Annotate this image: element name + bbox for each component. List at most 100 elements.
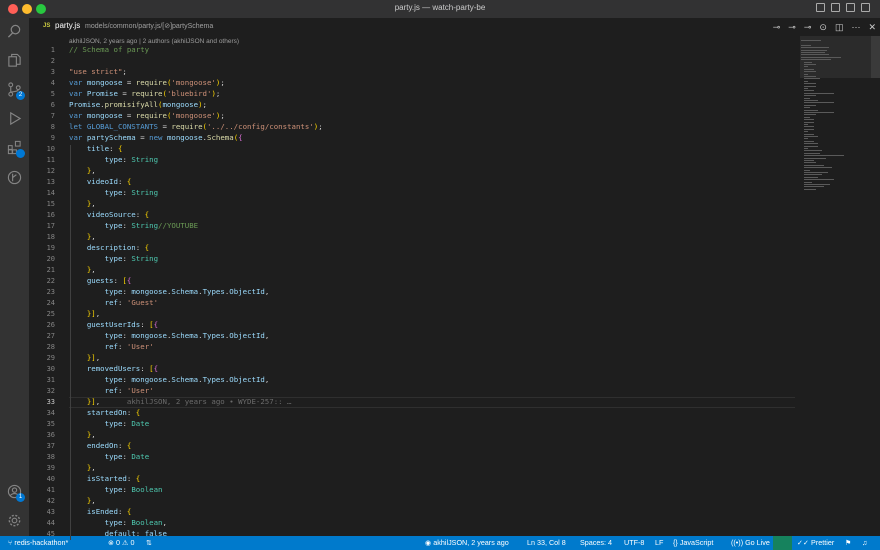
code-line[interactable]: let GLOBAL_CONSTANTS = require('../../co…: [69, 122, 323, 131]
search-icon[interactable]: [7, 24, 22, 39]
code-line[interactable]: Promise.promisifyAll(mongoose);: [69, 100, 207, 109]
minimap-line: [804, 126, 814, 128]
code-line[interactable]: var Promise = require('bluebird');: [69, 89, 220, 98]
tab-party-js[interactable]: party.js: [55, 21, 80, 30]
feedback-icon[interactable]: ⚑: [845, 538, 851, 547]
line-number: 32: [46, 387, 55, 395]
minimap-line: [804, 83, 816, 85]
code-line[interactable]: endedOn: {: [69, 441, 132, 450]
code-line[interactable]: ref: 'User': [69, 342, 154, 351]
code-line[interactable]: title: {: [69, 144, 123, 153]
eol-status[interactable]: LF: [655, 538, 663, 547]
window-title: party.js — watch-party-be: [394, 3, 486, 12]
code-line[interactable]: },: [69, 232, 96, 241]
code-line[interactable]: type: Boolean,: [69, 518, 167, 527]
prettier-status[interactable]: ✓✓ Prettier: [797, 538, 834, 547]
code-line[interactable]: ref: 'Guest': [69, 298, 158, 307]
code-line[interactable]: description: {: [69, 243, 149, 252]
codelens-blame[interactable]: akhilJSON, 2 years ago | 2 authors (akhi…: [69, 38, 239, 45]
line-number: 41: [46, 486, 55, 494]
code-line[interactable]: type: mongoose.Schema.Types.ObjectId,: [69, 331, 270, 340]
minimap-line: [804, 157, 826, 159]
minimap-line: [804, 100, 818, 101]
code-line[interactable]: isEnded: {: [69, 507, 132, 516]
code-line[interactable]: },: [69, 265, 96, 274]
cursor-position[interactable]: Ln 33, Col 8: [527, 538, 566, 547]
line-number: 14: [46, 189, 55, 197]
line-number: 10: [46, 145, 55, 153]
code-line[interactable]: // Schema of party: [69, 45, 149, 54]
scrollbar-thumb[interactable]: [871, 36, 880, 78]
minimap-line: [804, 140, 814, 142]
split-editor-icon[interactable]: ◫: [835, 22, 844, 33]
code-line[interactable]: },: [69, 166, 96, 175]
code-line[interactable]: type: Date: [69, 452, 150, 461]
git-blame-status[interactable]: ◉ akhilJSON, 2 years ago: [425, 538, 509, 547]
code-line[interactable]: type: String: [69, 254, 158, 263]
code-line[interactable]: type: Boolean: [69, 485, 163, 494]
indentation-status[interactable]: Spaces: 4: [580, 538, 612, 547]
minimap-line: [804, 68, 814, 70]
toggle-panel-icon[interactable]: [831, 3, 840, 12]
line-number: 18: [46, 233, 55, 241]
minimap-line: [804, 176, 818, 178]
code-line[interactable]: },: [69, 496, 96, 505]
code-line[interactable]: },: [69, 463, 96, 472]
minimap-line: [804, 114, 816, 116]
minimap-line: [804, 169, 810, 171]
git-commit-icon[interactable]: ⊸: [773, 22, 781, 33]
code-line[interactable]: removedUsers: [{: [69, 364, 158, 373]
line-number: 2: [50, 57, 55, 65]
code-line[interactable]: type: Date: [69, 419, 150, 428]
close-tab-icon[interactable]: ✕: [868, 22, 876, 33]
code-line[interactable]: type: String//YOUTUBE: [69, 221, 198, 230]
go-live-button[interactable]: ((•)) Go Live: [731, 538, 770, 547]
minimap-line: [804, 97, 810, 99]
code-line[interactable]: },: [69, 199, 96, 208]
branch-status[interactable]: ⑂ redis-hackathon*: [8, 538, 68, 547]
ports-icon[interactable]: ⇅: [146, 538, 152, 547]
code-line[interactable]: var mongoose = require('mongoose');: [69, 78, 225, 87]
language-mode[interactable]: {} JavaScript: [673, 538, 713, 547]
run-debug-icon[interactable]: [7, 111, 22, 126]
explorer-icon[interactable]: [7, 53, 22, 68]
notifications-bell-icon[interactable]: ♫: [862, 538, 867, 547]
more-actions-icon[interactable]: ⋯: [851, 22, 860, 33]
code-line[interactable]: guests: [{: [69, 276, 132, 285]
code-line[interactable]: type: String: [69, 188, 158, 197]
minimap[interactable]: [800, 36, 866, 536]
account-badge: 1: [16, 493, 25, 502]
line-number: 25: [46, 310, 55, 318]
code-line[interactable]: ref: 'User': [69, 386, 154, 395]
toggle-secondary-sidebar-icon[interactable]: [846, 3, 855, 12]
code-line[interactable]: }], akhilJSON, 2 years ago • WYDE-257:: …: [69, 397, 292, 406]
code-line[interactable]: isStarted: {: [69, 474, 140, 483]
code-line[interactable]: type: String: [69, 155, 158, 164]
git-graph-icon[interactable]: [7, 170, 22, 185]
toggle-sidebar-icon[interactable]: [816, 3, 825, 12]
code-line[interactable]: videoId: {: [69, 177, 132, 186]
code-line[interactable]: videoSource: {: [69, 210, 149, 219]
customize-layout-icon[interactable]: [861, 3, 870, 12]
code-line[interactable]: }],: [69, 309, 100, 318]
code-line[interactable]: startedOn: {: [69, 408, 140, 417]
code-line[interactable]: var partySchema = new mongoose.Schema({: [69, 133, 243, 142]
prettier-label: Prettier: [811, 538, 835, 547]
code-line[interactable]: type: mongoose.Schema.Types.ObjectId,: [69, 287, 270, 296]
code-line[interactable]: }],: [69, 353, 100, 362]
next-change-icon[interactable]: ⊸: [804, 22, 812, 33]
code-line[interactable]: type: mongoose.Schema.Types.ObjectId,: [69, 375, 270, 384]
code-line[interactable]: guestUserIds: [{: [69, 320, 158, 329]
copilot-icon[interactable]: [773, 536, 792, 550]
code-line[interactable]: },: [69, 430, 96, 439]
previous-change-icon[interactable]: ⊸: [788, 22, 796, 33]
editor-tab-bar: JS party.js models/common/party.js/[⊘]pa…: [29, 18, 880, 36]
problems-status[interactable]: ⊗ 0 ⚠ 0: [108, 538, 134, 547]
code-line[interactable]: "use strict";: [69, 67, 127, 76]
encoding-status[interactable]: UTF-8: [624, 538, 644, 547]
code-line[interactable]: var mongoose = require('mongoose');: [69, 111, 225, 120]
breadcrumb[interactable]: models/common/party.js/[⊘]partySchema: [85, 22, 213, 30]
compare-icon[interactable]: ⊙: [819, 22, 827, 33]
vertical-scrollbar[interactable]: [871, 36, 880, 536]
settings-gear-icon[interactable]: [7, 513, 22, 528]
